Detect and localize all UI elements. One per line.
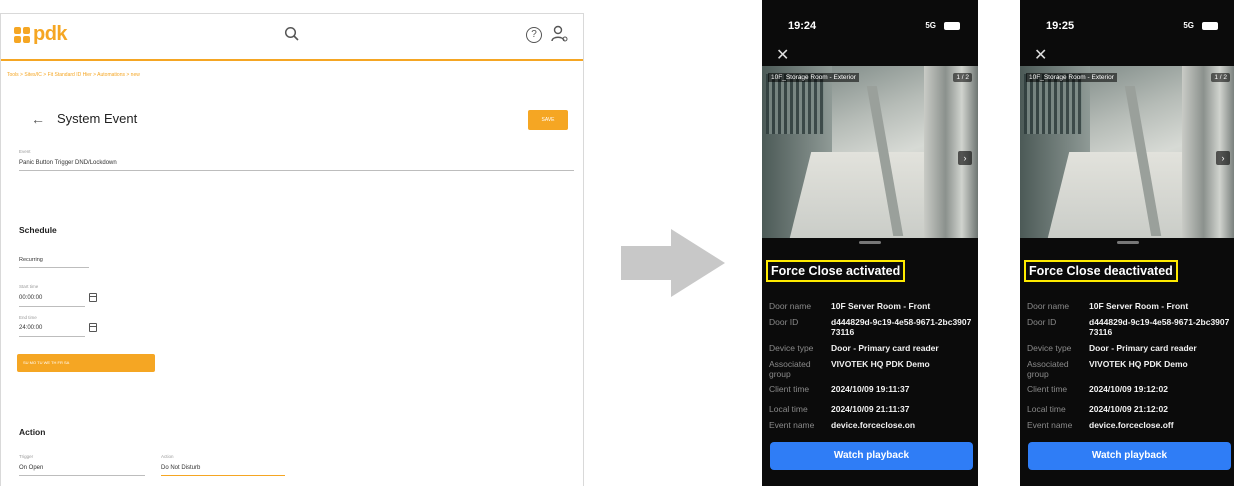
pdk-logo[interactable]: pdk <box>14 23 68 46</box>
action-label: Action <box>161 454 174 459</box>
back-arrow-icon[interactable]: ← <box>31 111 45 127</box>
schedule-heading: Schedule <box>19 225 57 235</box>
detail-key: Door name <box>769 301 812 311</box>
pdk-web-panel: pdk ? Tools > Sites/IC > Fit Standard ID… <box>0 13 584 486</box>
save-button[interactable]: SAVE <box>528 110 568 130</box>
detail-key: Client time <box>769 384 810 394</box>
phone-screen-activated: 19:24 5G ✕ 10F_Storage Room - Exterior 1… <box>762 0 978 486</box>
trigger-label: Trigger <box>19 454 34 459</box>
breadcrumb[interactable]: Tools > Sites/IC > Fit Standard ID Hier … <box>7 72 140 78</box>
weekday-selector[interactable]: SU MO TU WE TH FR SA <box>17 354 155 372</box>
chevron-right-icon[interactable]: › <box>958 151 972 165</box>
help-icon[interactable]: ? <box>526 27 542 43</box>
detail-value: 2024/10/09 21:12:02 <box>1089 404 1168 414</box>
event-underline <box>19 170 574 171</box>
end-time-label: End time <box>19 315 37 320</box>
start-time-input[interactable]: 00:00:00 <box>19 295 42 301</box>
detail-value: d444829d-9c19-4e58-9671-2bc390773116 <box>1089 317 1230 337</box>
end-time-input[interactable]: 24:00:00 <box>19 325 42 331</box>
close-icon[interactable]: ✕ <box>1034 45 1047 65</box>
trigger-select[interactable]: On Open <box>19 465 43 471</box>
event-title: Force Close deactivated <box>1024 260 1178 282</box>
detail-key: Door ID <box>1027 317 1057 327</box>
camera-label: 10F_Storage Room - Exterior <box>768 73 859 82</box>
detail-key: Event name <box>769 420 815 430</box>
detail-value: 2024/10/09 19:11:37 <box>831 384 910 394</box>
battery-icon <box>1202 22 1218 30</box>
camera-counter: 1 / 2 <box>1211 73 1230 82</box>
battery-icon <box>944 22 960 30</box>
detail-value: device.forceclose.off <box>1089 420 1174 430</box>
camera-counter: 1 / 2 <box>953 73 972 82</box>
camera-label: 10F_Storage Room - Exterior <box>1026 73 1117 82</box>
detail-key: Door ID <box>769 317 799 327</box>
watch-playback-button[interactable]: Watch playback <box>770 442 973 470</box>
detail-value: 10F Server Room - Front <box>831 301 931 311</box>
user-icon[interactable] <box>551 25 569 43</box>
search-icon[interactable] <box>284 26 300 42</box>
sheet-grabber[interactable] <box>1117 241 1139 244</box>
camera-rack <box>1024 74 1082 134</box>
status-time: 19:24 <box>788 20 817 32</box>
status-bar: 19:24 5G <box>776 20 964 34</box>
start-time-label: Start time <box>19 284 39 289</box>
detail-value: device.forceclose.on <box>831 420 916 430</box>
detail-value: 2024/10/09 21:11:37 <box>831 404 910 414</box>
detail-value: d444829d-9c19-4e58-9671-2bc390773116 <box>831 317 972 337</box>
status-bar: 19:25 5G <box>1034 20 1222 34</box>
detail-key: Client time <box>1027 384 1068 394</box>
logo-mark-icon <box>14 26 30 43</box>
watch-playback-button[interactable]: Watch playback <box>1028 442 1231 470</box>
detail-key: Device type <box>769 343 814 353</box>
right-arrow-icon <box>621 229 725 297</box>
status-time: 19:25 <box>1046 20 1075 32</box>
action-heading: Action <box>19 427 46 437</box>
detail-key: Local time <box>1027 404 1066 414</box>
chevron-right-icon[interactable]: › <box>1216 151 1230 165</box>
detail-value: VIVOTEK HQ PDK Demo <box>831 359 930 369</box>
top-bar: pdk ? <box>1 14 583 61</box>
calendar-icon[interactable] <box>89 293 97 302</box>
detail-value: Door - Primary card reader <box>1089 343 1197 353</box>
action-underline <box>161 475 285 476</box>
event-select[interactable]: Panic Button Trigger DND/Lockdown <box>19 160 117 166</box>
detail-key: Event name <box>1027 420 1073 430</box>
recurring-select[interactable]: Recurring <box>19 257 43 263</box>
detail-key: Associated group <box>769 359 811 379</box>
event-title: Force Close activated <box>766 260 906 282</box>
trigger-underline <box>19 475 145 476</box>
end-time-underline <box>19 336 85 337</box>
detail-value: VIVOTEK HQ PDK Demo <box>1089 359 1188 369</box>
phone-screen-deactivated: 19:25 5G ✕ 10F_Storage Room - Exterior 1… <box>1020 0 1234 486</box>
recurring-underline <box>19 267 89 268</box>
network-indicator: 5G <box>925 21 936 30</box>
stage: pdk ? Tools > Sites/IC > Fit Standard ID… <box>0 0 1234 486</box>
page-title: System Event <box>57 111 138 126</box>
event-label: Event <box>19 149 31 154</box>
start-time-underline <box>19 306 85 307</box>
action-select[interactable]: Do Not Disturb <box>161 465 200 471</box>
sheet-grabber[interactable] <box>859 241 881 244</box>
detail-key: Device type <box>1027 343 1072 353</box>
detail-key: Associated group <box>1027 359 1069 379</box>
detail-key: Door name <box>1027 301 1070 311</box>
close-icon[interactable]: ✕ <box>776 45 789 65</box>
calendar-icon[interactable] <box>89 323 97 332</box>
camera-snapshot[interactable]: 10F_Storage Room - Exterior 1 / 2 › <box>1020 66 1234 238</box>
camera-rack <box>766 74 824 134</box>
logo-text: pdk <box>33 23 68 45</box>
camera-snapshot[interactable]: 10F_Storage Room - Exterior 1 / 2 › <box>762 66 978 238</box>
detail-value: 2024/10/09 19:12:02 <box>1089 384 1168 394</box>
detail-value: 10F Server Room - Front <box>1089 301 1189 311</box>
detail-key: Local time <box>769 404 808 414</box>
detail-value: Door - Primary card reader <box>831 343 939 353</box>
network-indicator: 5G <box>1183 21 1194 30</box>
